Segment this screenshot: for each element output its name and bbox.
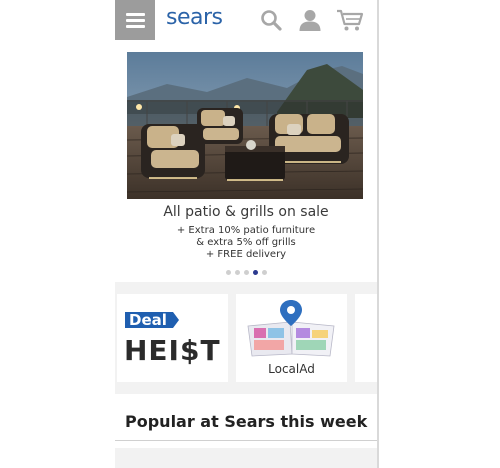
search-icon[interactable] xyxy=(259,8,283,32)
user-icon[interactable] xyxy=(298,8,322,32)
carousel-dot[interactable] xyxy=(234,270,240,275)
promo-line: + Extra 10% patio furniture xyxy=(176,225,316,236)
cart-icon[interactable] xyxy=(336,8,364,32)
carousel-dot[interactable] xyxy=(243,270,249,275)
deal-heist-logo: Deal HEI$T xyxy=(124,311,221,367)
partial-card[interactable] xyxy=(355,294,377,382)
localad-card[interactable]: LocalAd xyxy=(236,294,347,382)
hero-promo-details: + Extra 10% patio furniture & extra 5% o… xyxy=(115,225,377,261)
carousel-indicator xyxy=(115,270,377,275)
sears-logo[interactable]: sears xyxy=(166,5,223,30)
deal-heist-logo-bottom: HEI$T xyxy=(124,334,221,367)
popular-section: Popular at Sears this week xyxy=(115,394,377,448)
localad-label: LocalAd xyxy=(268,362,315,376)
carousel-dot[interactable] xyxy=(225,270,231,275)
top-navigation-bar: sears xyxy=(115,0,377,41)
localad-brochure-icon xyxy=(247,300,335,357)
promo-line: + FREE delivery xyxy=(205,249,287,260)
hero-banner[interactable]: All patio & grills on sale + Extra 10% p… xyxy=(115,40,377,282)
popular-section-title: Popular at Sears this week xyxy=(125,412,368,431)
section-divider xyxy=(115,440,377,441)
carousel-dot-active[interactable] xyxy=(252,270,258,275)
deal-heist-logo-top: Deal xyxy=(129,311,167,329)
carousel-dot[interactable] xyxy=(261,270,267,275)
hamburger-menu-icon[interactable] xyxy=(115,0,155,40)
hero-title: All patio & grills on sale xyxy=(163,204,329,220)
promo-line: & extra 5% off grills xyxy=(196,237,296,248)
patio-furniture-photo[interactable] xyxy=(127,52,363,199)
mobile-viewport: sears All patio & grills on sale + Extra… xyxy=(115,0,379,468)
deal-heist-card[interactable]: Deal HEI$T xyxy=(117,294,228,382)
